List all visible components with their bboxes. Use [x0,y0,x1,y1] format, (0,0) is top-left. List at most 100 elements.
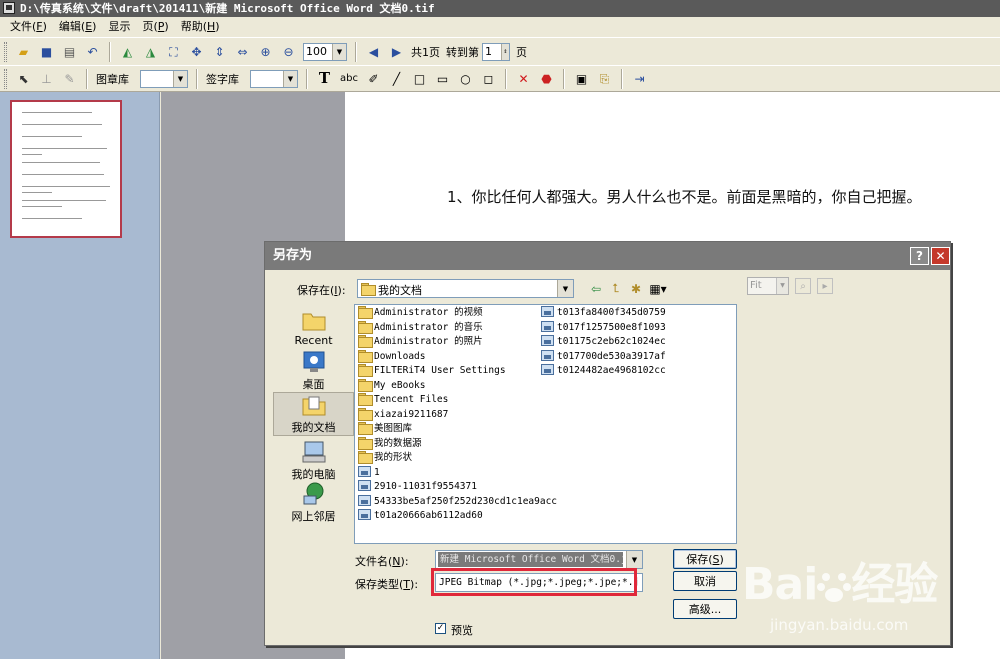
menu-edit[interactable]: 编辑(E) [53,18,103,36]
new-folder-icon[interactable]: ✱ [627,280,645,297]
print-icon[interactable]: ▤ [60,42,79,61]
advanced-button[interactable]: 高级... [673,599,737,619]
chevron-down-icon[interactable]: ▼ [332,43,346,60]
image-file-icon [358,509,371,520]
folder-icon [358,378,373,392]
list-item[interactable]: t017f1257500e8f1093 [541,320,666,335]
chevron-down-icon[interactable]: ▼ [557,280,573,297]
list-item[interactable]: t0124482ae4968102cc [541,364,666,378]
freehand-icon[interactable]: ✐ [364,69,383,88]
save-icon[interactable]: ■ [37,42,56,61]
menu-page[interactable]: 页(P) [136,18,174,36]
rotate-left-icon[interactable]: ◭ [118,42,137,61]
dialog-title-bar[interactable]: 另存为 [265,242,950,270]
zoom-select[interactable]: 100 ▼ [303,42,347,61]
zoom-in-icon[interactable]: ⊕ [256,42,275,61]
fit-page-icon[interactable]: ⛶ [164,42,183,61]
toolbar-grip[interactable] [4,41,7,62]
next-page-icon[interactable]: ▶ [387,42,406,61]
pen-icon[interactable]: ✎ [60,69,79,88]
list-item[interactable]: t01a20666ab6112ad60 [358,509,483,523]
preview-label: 预览 [451,624,473,637]
filename-input[interactable]: 新建 Microsoft Office Word 文档0.jpg ▼ [435,550,643,569]
open-icon[interactable]: ▰ [14,42,33,61]
place-recent[interactable]: Recent [273,308,354,347]
list-item[interactable]: 我的数据源 [358,436,422,451]
rectangle-outline-icon[interactable]: □ [410,69,429,88]
list-item[interactable]: 2910-11031f9554371 [358,480,477,494]
image-file-icon [358,480,371,491]
delete-icon[interactable]: ✕ [514,69,533,88]
list-item[interactable]: My eBooks [358,378,425,393]
menu-bar: 文件(F) 编辑(E) 显示 页(P) 帮助(H) [0,17,1000,37]
rotate-right-icon[interactable]: ◮ [141,42,160,61]
menu-view[interactable]: 显示 [102,18,136,36]
paste-icon[interactable]: ⎘ [595,69,614,88]
line-tool-icon[interactable]: ╱ [387,69,406,88]
chevron-down-icon[interactable]: ▼ [173,70,187,87]
stamp-icon[interactable]: ⊥ [37,69,56,88]
rectangle-filled-icon[interactable]: ▭ [433,69,452,88]
place-network[interactable]: 网上邻居 [273,482,354,524]
toolbar-separator [306,68,308,89]
stop-icon[interactable]: ⬣ [537,69,556,88]
list-item[interactable]: 1 [358,465,380,480]
preview-play-icon: ▸ [817,278,833,294]
fit-select: Fit ▼ [747,277,789,295]
view-menu-icon[interactable]: ▦▾ [647,280,669,297]
fit-width-icon[interactable]: ✥ [187,42,206,61]
list-item[interactable]: Tencent Files [358,393,448,407]
note-icon[interactable]: ◻ [479,69,498,88]
file-name: 我的数据源 [374,437,422,449]
close-icon[interactable]: ✕ [931,247,950,265]
abc-tool-icon[interactable]: abc [338,69,360,88]
menu-help[interactable]: 帮助(H) [175,18,226,36]
select-pointer-icon[interactable]: ⬉ [14,69,33,88]
ellipse-icon[interactable]: ○ [456,69,475,88]
list-item[interactable]: 54333be5af250f252d230cd1c1ea9acc [358,494,558,509]
text-tool-icon[interactable]: T [315,69,334,88]
spinner-icon[interactable]: ⇕ [501,43,509,60]
list-item[interactable]: xiazai9211687 [358,407,448,422]
signature-library-select[interactable]: ▼ [250,69,298,88]
goto-page-label: 转到第 [446,45,479,59]
back-icon[interactable]: ⇦ [587,280,605,297]
list-item[interactable]: 我的形状 [358,451,412,465]
file-list[interactable]: Administrator 的视频 Administrator 的音乐 Admini… [354,304,737,544]
chevron-down-icon[interactable]: ▼ [283,70,297,87]
list-item[interactable]: 美图图库 [358,422,412,436]
chevron-down-icon[interactable]: ▼ [626,551,642,568]
list-item[interactable]: Administrator 的音乐 [358,320,483,335]
list-item[interactable]: Downloads [358,349,425,364]
save-button[interactable]: 保存(S) [673,549,737,569]
page-number-input[interactable]: 1 ⇕ [482,42,510,61]
menu-file[interactable]: 文件(F) [4,18,53,36]
up-folder-icon[interactable]: ⮤ [607,280,625,297]
list-item[interactable]: t017700de530a3917af [541,349,666,364]
properties-icon[interactable]: ▣ [572,69,591,88]
list-item[interactable]: FILTERiT4 User Settings [358,364,506,378]
list-item[interactable]: t01175c2eb62c1024ec [541,335,666,349]
list-item[interactable]: Administrator 的视频 [358,306,483,320]
place-desktop[interactable]: 桌面 [273,350,354,392]
previous-page-icon[interactable]: ◀ [364,42,383,61]
cancel-button[interactable]: 取消 [673,571,737,591]
page-thumbnail[interactable] [10,100,122,238]
file-name: 54333be5af250f252d230cd1c1ea9acc [374,495,558,507]
place-my-computer[interactable]: 我的电脑 [273,440,354,482]
list-item[interactable]: Administrator 的照片 [358,335,483,349]
file-name: Administrator 的视频 [374,307,483,318]
fit-height-icon[interactable]: ⇕ [210,42,229,61]
place-my-documents[interactable]: 我的文档 [273,392,354,436]
toolbar-grip[interactable] [4,68,7,89]
help-icon[interactable]: ? [910,247,929,265]
stamp-library-select[interactable]: ▼ [140,69,188,88]
save-in-select[interactable]: 我的文档 ▼ [357,279,574,298]
zoom-out-icon[interactable]: ⊖ [279,42,298,61]
actual-size-icon[interactable]: ⇔ [233,42,252,61]
image-file-icon [541,364,554,375]
undo-icon[interactable]: ↶ [83,42,102,61]
preview-checkbox[interactable]: ✓ [435,623,446,634]
list-item[interactable]: t013fa8400f345d0759 [541,306,666,320]
exit-icon[interactable]: ⇥ [630,69,649,88]
